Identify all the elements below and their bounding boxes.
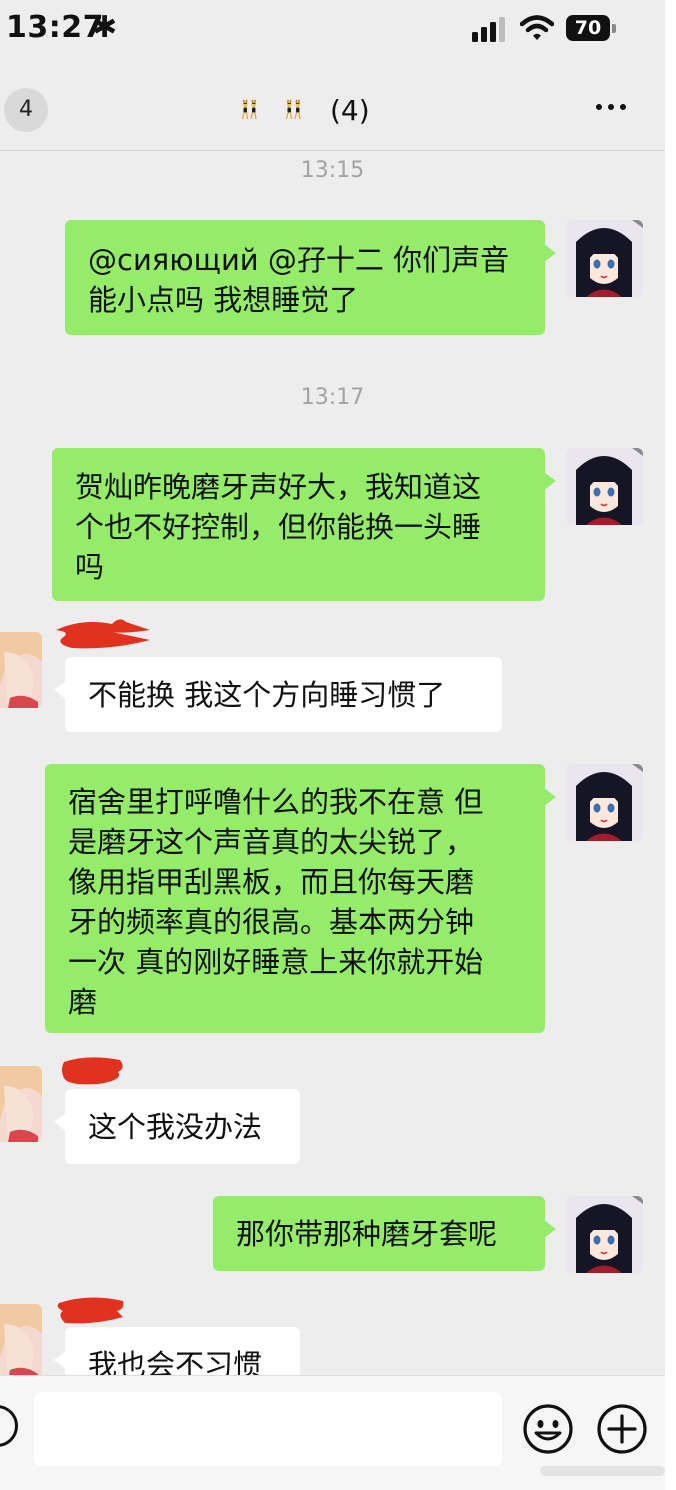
message-bubble-sent[interactable]: 宿舍里打呼噜什么的我不在意 但 是磨牙这个声音真的太尖锐了， 像用指甲刮黑板，而… [45,764,556,1033]
message-line: @сияющий @孖十二 你们声音 [88,243,510,277]
status-time: 13:27 [6,10,104,45]
message-line: 这个我没办法 [88,1110,263,1144]
message-line: 能小点吗 我想睡觉了 [88,283,359,317]
my-avatar[interactable] [566,1196,643,1273]
message-line: 个也不好控制，但你能换一头睡 [75,510,482,544]
battery-cap [612,24,616,33]
signal-icon [472,16,512,42]
message-bubble-received[interactable]: 这个我没办法 [54,1089,300,1164]
my-avatar[interactable] [566,220,643,297]
asterisk-icon: ✱ [92,10,118,45]
status-bar: 13:27 ✱ 70 [0,0,665,60]
message-line: 一次 真的刚好睡意上来你就开始 [68,945,484,979]
message-line: 牙的频率真的很高。基本两分钟 [68,905,475,939]
message-line: 宿舍里打呼噜什么的我不在意 但 [68,785,484,819]
plus-icon[interactable] [596,1403,648,1455]
message-bubble-sent[interactable]: 贺灿昨晚磨牙声好大，我知道这 个也不好控制，但你能换一头睡 吗 [52,448,556,601]
redacted-name [57,1297,124,1324]
contact-avatar[interactable] [0,1304,42,1380]
chat-screen: 13:27 ✱ 70 4 (4) 13:15 @сияющий @孖十二 你们声… [0,0,665,1490]
home-indicator [540,1466,665,1476]
member-count: (4) [330,93,370,127]
message-line: 像用指甲刮黑板，而且你每天磨 [68,865,475,899]
message-line: 贺灿昨晚磨牙声好大，我知道这 [75,470,482,504]
message-input[interactable] [34,1392,502,1466]
contact-avatar[interactable] [0,632,42,708]
message-line: 吗 [75,550,105,584]
voice-icon[interactable] [0,1405,18,1447]
my-avatar[interactable] [566,448,643,525]
message-bubble-sent[interactable]: 那你带那种磨牙套呢 [213,1196,556,1271]
contact-avatar[interactable] [0,1066,42,1142]
redacted-name [56,619,150,649]
wifi-icon [520,15,554,40]
chat-title[interactable]: (4) [240,88,370,132]
message-bubble-received[interactable]: 不能换 我这个方向睡习惯了 [54,657,502,732]
message-line: 是磨牙这个声音真的太尖锐了， [68,825,475,859]
page-margin [665,0,676,1490]
more-icon[interactable] [596,104,626,110]
message-bubble-sent[interactable]: @сияющий @孖十二 你们声音 能小点吗 我想睡觉了 [65,220,556,335]
battery-icon: 70 [566,15,610,41]
timestamp: 13:15 [300,158,365,183]
emoji-icon[interactable] [522,1403,574,1455]
chat-nav-bar: 4 (4) [0,60,665,151]
back-unread-badge[interactable]: 4 [4,88,48,132]
timestamp: 13:17 [300,385,365,410]
redacted-name [62,1057,123,1085]
message-line: 不能换 我这个方向睡习惯了 [88,678,446,712]
message-line: 那你带那种磨牙套呢 [236,1217,498,1251]
dancers-emoji-icon [285,99,301,120]
message-line: 磨 [68,985,98,1019]
dancers-emoji-icon [241,99,257,120]
my-avatar[interactable] [566,764,643,841]
